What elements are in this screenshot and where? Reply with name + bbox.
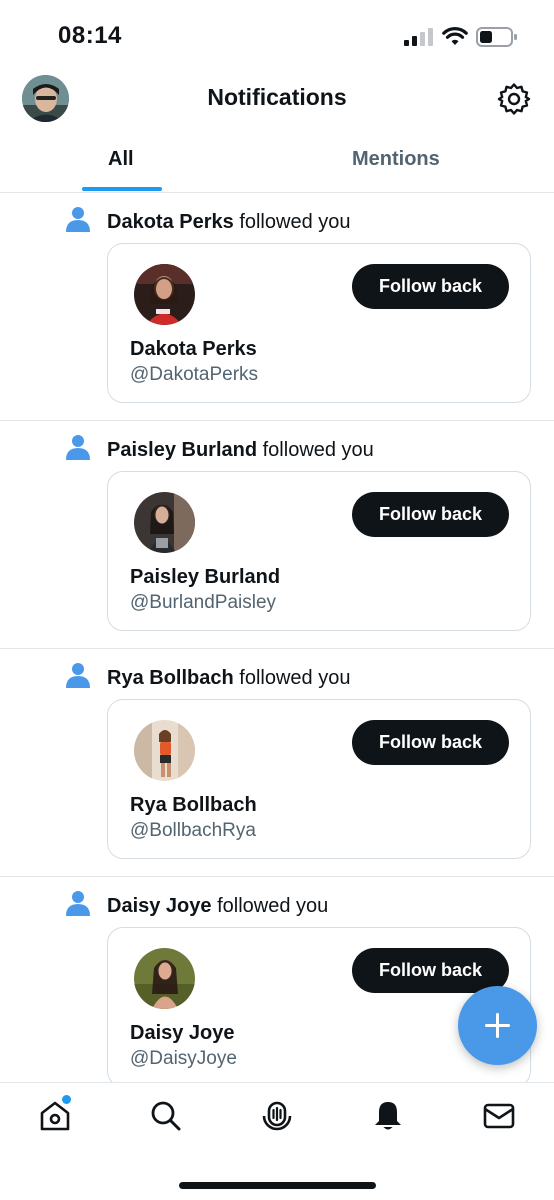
gear-icon[interactable] [497, 82, 531, 116]
person-icon [66, 435, 90, 460]
header: Notifications [0, 70, 554, 126]
user-avatar[interactable] [134, 264, 195, 325]
notification-text: Dakota Perks followed you [107, 211, 351, 234]
user-card[interactable]: Dakota Perks @DakotaPerks Follow back [107, 243, 531, 403]
user-handle: @DakotaPerks [130, 364, 259, 385]
tab-mentions[interactable]: Mentions [352, 148, 440, 171]
notification-item[interactable]: Paisley Burland followed you Paisley Bur… [0, 421, 554, 649]
person-icon [66, 663, 90, 688]
tab-bar: All Mentions [0, 136, 554, 193]
bottom-nav [0, 1082, 554, 1200]
page-title: Notifications [207, 84, 347, 110]
cellular-signal-icon [404, 28, 433, 46]
home-notification-dot [62, 1095, 71, 1104]
notification-text: Daisy Joye followed you [107, 895, 328, 918]
status-time: 08:14 [58, 22, 122, 49]
bell-icon[interactable] [371, 1099, 405, 1133]
follower-name[interactable]: Dakota Perks [107, 211, 234, 233]
user-handle: @BurlandPaisley [130, 592, 277, 613]
mail-icon[interactable] [482, 1099, 516, 1133]
follow-back-button[interactable]: Follow back [352, 720, 509, 765]
home-indicator-bar [179, 1182, 376, 1189]
wifi-icon [442, 27, 468, 45]
follower-name[interactable]: Paisley Burland [107, 439, 257, 461]
follow-back-button[interactable]: Follow back [352, 264, 509, 309]
user-name: Dakota Perks [130, 338, 257, 360]
active-tab-indicator [82, 187, 162, 191]
notification-text: Rya Bollbach followed you [107, 667, 350, 690]
notification-text: Paisley Burland followed you [107, 439, 374, 462]
notification-item[interactable]: Dakota Perks followed you Dakota Perks @… [0, 193, 554, 421]
status-bar: 08:14 [0, 0, 554, 70]
user-avatar[interactable] [134, 948, 195, 1009]
battery-icon [476, 27, 517, 47]
notification-action: followed you [262, 439, 374, 461]
user-name: Daisy Joye [130, 1022, 235, 1044]
compose-button[interactable] [458, 986, 537, 1065]
notification-action: followed you [239, 211, 351, 233]
home-icon[interactable] [38, 1099, 72, 1133]
spaces-icon[interactable] [260, 1099, 294, 1133]
notification-action: followed you [239, 667, 351, 689]
user-avatar[interactable] [134, 720, 195, 781]
person-icon [66, 891, 90, 916]
follow-back-button[interactable]: Follow back [352, 492, 509, 537]
user-card[interactable]: Rya Bollbach @BollbachRya Follow back [107, 699, 531, 859]
follower-name[interactable]: Rya Bollbach [107, 667, 234, 689]
user-name: Paisley Burland [130, 566, 281, 588]
person-icon [66, 207, 90, 232]
notification-item[interactable]: Rya Bollbach followed you Rya Bollbach @… [0, 649, 554, 877]
tab-all[interactable]: All [108, 148, 134, 171]
plus-icon [485, 1013, 510, 1038]
user-handle: @BollbachRya [130, 820, 256, 841]
notification-action: followed you [217, 895, 329, 917]
search-icon[interactable] [149, 1099, 183, 1133]
user-card[interactable]: Paisley Burland @BurlandPaisley Follow b… [107, 471, 531, 631]
user-avatar[interactable] [134, 492, 195, 553]
user-handle: @DaisyJoye [130, 1048, 237, 1069]
follower-name[interactable]: Daisy Joye [107, 895, 212, 917]
user-name: Rya Bollbach [130, 794, 257, 816]
